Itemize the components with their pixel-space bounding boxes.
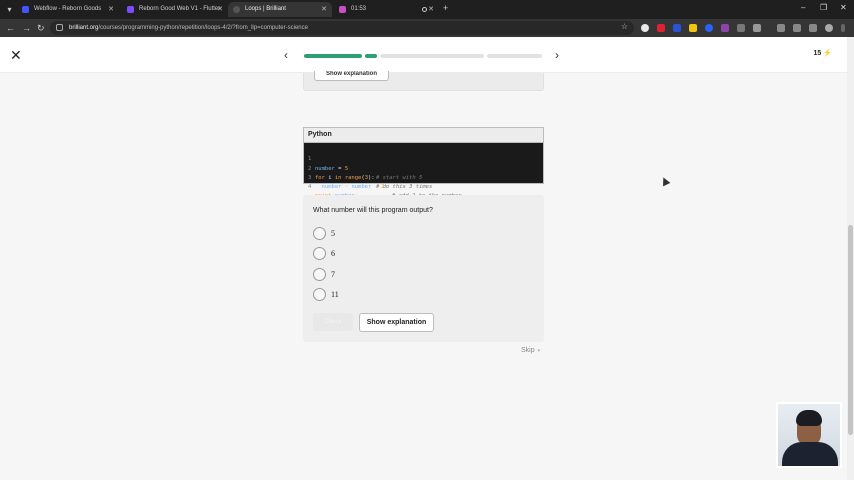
profile-extension-icon[interactable] [641,24,649,32]
streak-counter[interactable]: 15 ⚡ [814,49,832,57]
mouse-cursor-icon [659,175,671,187]
extension-circle-icon[interactable] [705,24,713,32]
browser-tab-flutterflow[interactable]: Reborn Good Web V1 - Flutter ✕ [122,2,228,17]
progress-segment-pending [487,54,542,58]
previous-question-card: Show explanation [303,71,544,91]
answer-option[interactable]: 7 [313,268,433,282]
browser-tab-webflow[interactable]: Webflow - Reborn Goods ✕ [17,2,119,17]
chevron-down-icon: ▾ [537,348,541,354]
line-number: 4 [308,184,312,191]
browser-tab-brilliant[interactable]: Loops | Brilliant ✕ [228,2,332,17]
url-host: brilliant.org [69,25,99,31]
tab-search-icon[interactable]: ▾ [4,4,15,15]
show-explanation-button[interactable]: Show explanation [314,71,389,81]
extension-purple-icon[interactable] [721,24,729,32]
restore-icon[interactable]: ❐ [820,3,827,12]
question-card: What number will this program output? 5 … [303,195,544,342]
skip-button[interactable]: Skip ▾ [521,347,540,354]
lesson-header: ✕ ‹ › 15 ⚡ [0,37,847,73]
recorder-favicon-icon [339,6,346,13]
option-label: 5 [331,229,335,238]
chevron-left-icon[interactable]: ‹ [284,47,288,63]
tab-title: Reborn Good Web V1 - Flutter [139,6,221,12]
tab-close-icon[interactable]: ✕ [108,2,114,17]
progress-segment-pending [380,54,484,58]
bookmark-star-icon[interactable]: ☆ [621,22,628,31]
extension-red-icon[interactable] [657,24,665,32]
question-prompt: What number will this program output? [313,207,433,214]
streak-count: 15 [813,50,822,57]
kebab-menu-icon[interactable] [841,24,845,32]
code-block: Python 1 number = 5 # start with 5 2 for… [303,127,544,200]
code-text: number = number + 2 [321,184,385,191]
flutterflow-favicon-icon [127,6,134,13]
tab-close-icon[interactable]: ✕ [217,2,223,17]
code-language-label: Python [304,128,543,143]
radio-button[interactable] [313,247,326,260]
download-icon[interactable] [793,24,801,32]
radio-button[interactable] [313,268,326,281]
webflow-favicon-icon [22,6,29,13]
site-info-icon[interactable] [56,24,63,31]
answer-option[interactable]: 5 [313,227,433,241]
progress-segment-current [365,54,377,58]
new-tab-icon[interactable]: + [443,3,448,13]
recording-icon [422,7,427,12]
browser-toolbar: ← → ↻ brilliant.org/courses/programming-… [0,19,854,37]
address-bar[interactable]: brilliant.org/courses/programming-python… [50,21,634,35]
chevron-right-icon[interactable]: › [555,47,559,63]
url-text: brilliant.org/courses/programming-python… [69,21,308,35]
reload-icon[interactable]: ↻ [37,22,45,34]
code-line: 4 print(number) [304,174,543,199]
extensions-puzzle-icon[interactable] [753,24,761,32]
tab-close-icon[interactable]: ✕ [321,2,327,17]
show-explanation-button[interactable]: Show explanation [359,313,434,332]
code-line: 3 number = number + 2 # add 2 to the num… [304,165,543,200]
check-button[interactable]: Check [313,313,353,331]
browser-tab-recording[interactable]: 01:53 ✕ [334,2,439,17]
avatar[interactable] [825,24,833,32]
option-label: 11 [331,290,339,299]
option-label: 7 [331,270,335,279]
extension-blue-icon[interactable] [673,24,681,32]
extension-yellow-icon[interactable] [689,24,697,32]
back-icon[interactable]: ← [6,22,15,34]
progress-segment-complete [304,54,362,58]
radio-button[interactable] [313,288,326,301]
answer-option[interactable]: 6 [313,247,433,261]
tab-close-icon[interactable]: ✕ [428,2,434,17]
answer-option[interactable]: 11 [313,288,433,302]
window-close-icon[interactable]: ✕ [840,3,847,12]
browser-tab-bar: ▾ Webflow - Reborn Goods ✕ Reborn Good W… [0,0,854,19]
code-body: 1 number = 5 # start with 5 2 for i in r… [304,143,543,200]
media-icon[interactable] [777,24,785,32]
close-lesson-icon[interactable]: ✕ [10,46,22,64]
minimize-icon[interactable]: – [801,3,805,12]
lightning-icon: ⚡ [823,50,832,57]
radio-button[interactable] [313,227,326,240]
tab-title: Webflow - Reborn Goods [34,6,102,12]
extension-grey-icon[interactable] [737,24,745,32]
brilliant-favicon-icon [233,6,240,13]
option-label: 6 [331,249,335,258]
url-path: /courses/programming-python/repetition/l… [98,25,308,31]
tab-title: 01:53 [351,6,367,12]
webcam-overlay [776,402,842,468]
side-panel-icon[interactable] [809,24,817,32]
skip-label: Skip [521,347,535,354]
code-line: 1 number = 5 # start with 5 [304,146,543,181]
forward-icon[interactable]: → [22,22,31,34]
page-scrollbar[interactable] [847,37,854,480]
lesson-progress [304,54,542,58]
tab-title: Loops | Brilliant [245,6,286,12]
scrollbar-thumb[interactable] [848,225,853,435]
code-line: 2 for i in range(3): # do this 3 times [304,155,543,191]
